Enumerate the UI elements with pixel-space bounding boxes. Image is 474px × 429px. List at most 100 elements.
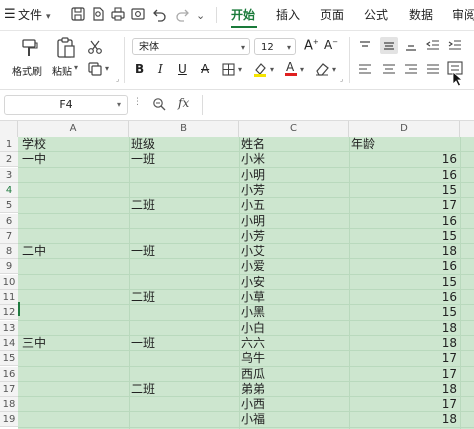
- name-box[interactable]: F4 ▾: [4, 95, 128, 115]
- cell-age[interactable]: 16: [351, 214, 457, 229]
- cell-age[interactable]: 17: [351, 367, 457, 382]
- cell-age[interactable]: 15: [351, 183, 457, 198]
- print-preview-icon[interactable]: [130, 6, 146, 22]
- cell-name[interactable]: 小西: [241, 397, 345, 412]
- fill-color-dropdown-icon[interactable]: ▾: [270, 65, 274, 74]
- cell-class[interactable]: 二班: [131, 290, 235, 305]
- cell-school[interactable]: [22, 214, 126, 229]
- tab-formula[interactable]: 公式: [364, 7, 388, 23]
- align-left-icon[interactable]: [358, 63, 372, 75]
- justify-icon[interactable]: [426, 63, 440, 75]
- cell-class[interactable]: 一班: [131, 336, 235, 351]
- cell-class[interactable]: [131, 412, 235, 427]
- tab-page[interactable]: 页面: [320, 7, 344, 23]
- row-header[interactable]: 19: [0, 412, 18, 428]
- increase-indent-icon[interactable]: [448, 39, 462, 52]
- cell-age[interactable]: 16: [351, 259, 457, 274]
- cell-school[interactable]: [22, 321, 126, 336]
- row-header[interactable]: 6: [0, 213, 18, 229]
- cell-school[interactable]: [22, 198, 126, 213]
- column-header-b[interactable]: B: [129, 121, 239, 137]
- cell-age[interactable]: 18: [351, 412, 457, 427]
- column-header-c[interactable]: C: [239, 121, 349, 137]
- cell-class[interactable]: 一班: [131, 152, 235, 167]
- cell-age[interactable]: 15: [351, 275, 457, 290]
- hamburger-menu-icon[interactable]: ☰: [4, 7, 16, 23]
- cell-age[interactable]: 16: [351, 168, 457, 183]
- font-color-icon[interactable]: A: [284, 60, 298, 77]
- cell-age[interactable]: 17: [351, 351, 457, 366]
- row-header[interactable]: 5: [0, 198, 18, 214]
- fill-color-icon[interactable]: [252, 61, 268, 77]
- column-header-e[interactable]: [460, 121, 474, 137]
- cell-school[interactable]: 二中: [22, 244, 126, 259]
- cell-name[interactable]: 小明: [241, 168, 345, 183]
- name-box-resize-icon[interactable]: ⋮: [133, 97, 142, 107]
- clear-format-icon[interactable]: [314, 61, 330, 76]
- cell-name[interactable]: 小芳: [241, 183, 345, 198]
- cell-name[interactable]: 小黑: [241, 305, 345, 320]
- select-all-corner[interactable]: [0, 121, 18, 137]
- zoom-search-icon[interactable]: [152, 97, 167, 112]
- formula-input[interactable]: [202, 95, 471, 115]
- cell-school[interactable]: [22, 397, 126, 412]
- paste-dropdown-icon[interactable]: ▾: [74, 63, 78, 72]
- cell-class[interactable]: [131, 275, 235, 290]
- cell-name[interactable]: 西瓜: [241, 367, 345, 382]
- cell-school[interactable]: [22, 168, 126, 183]
- row-header[interactable]: 10: [0, 274, 18, 290]
- cell-school[interactable]: [22, 367, 126, 382]
- cell-school[interactable]: 三中: [22, 336, 126, 351]
- export-pdf-icon[interactable]: [90, 6, 106, 22]
- row-header[interactable]: 7: [0, 228, 18, 244]
- paste-icon[interactable]: [55, 36, 77, 60]
- increase-font-size-icon[interactable]: A+: [304, 38, 319, 53]
- cell-class[interactable]: [131, 259, 235, 274]
- cell-class[interactable]: 二班: [131, 382, 235, 397]
- redo-icon[interactable]: [174, 6, 190, 22]
- row-header[interactable]: 11: [0, 290, 18, 305]
- align-bottom-icon[interactable]: [404, 40, 418, 52]
- cell-class[interactable]: [131, 321, 235, 336]
- row-header[interactable]: 3: [0, 167, 18, 183]
- cell-name[interactable]: 弟弟: [241, 382, 345, 397]
- cell-age[interactable]: 18: [351, 321, 457, 336]
- cell-school[interactable]: [22, 412, 126, 427]
- cell-name[interactable]: 小白: [241, 321, 345, 336]
- cell-school[interactable]: [22, 305, 126, 320]
- print-icon[interactable]: [110, 6, 126, 22]
- cell-age[interactable]: 17: [351, 198, 457, 213]
- cell-school[interactable]: [22, 382, 126, 397]
- tab-insert[interactable]: 插入: [276, 7, 300, 23]
- align-right-icon[interactable]: [404, 63, 418, 75]
- clear-format-dropdown-icon[interactable]: ▾: [332, 65, 336, 74]
- cell-class[interactable]: 一班: [131, 244, 235, 259]
- row-header[interactable]: 4: [0, 182, 18, 198]
- cell-class[interactable]: 二班: [131, 198, 235, 213]
- underline-icon[interactable]: U: [178, 62, 187, 76]
- font-size-dropdown-icon[interactable]: ▾: [287, 39, 291, 56]
- font-group-launcher-icon[interactable]: ⌟: [340, 75, 343, 83]
- cell-school[interactable]: [22, 290, 126, 305]
- row-header[interactable]: 1: [0, 137, 18, 152]
- font-name-dropdown-icon[interactable]: ▾: [241, 39, 245, 56]
- align-center-icon[interactable]: [382, 63, 396, 75]
- cell-name[interactable]: 小草: [241, 290, 345, 305]
- cell-class[interactable]: [131, 305, 235, 320]
- borders-dropdown-icon[interactable]: ▾: [238, 65, 242, 74]
- clipboard-group-launcher-icon[interactable]: ⌟: [116, 75, 119, 83]
- insert-function-icon[interactable]: fx: [178, 96, 189, 110]
- save-icon[interactable]: [70, 6, 86, 22]
- column-header-d[interactable]: D: [349, 121, 460, 137]
- undo-icon[interactable]: [152, 6, 168, 22]
- cell-class[interactable]: [131, 351, 235, 366]
- cell-class[interactable]: [131, 229, 235, 244]
- cell-school[interactable]: [22, 275, 126, 290]
- cell-class[interactable]: [131, 168, 235, 183]
- name-box-dropdown-icon[interactable]: ▾: [117, 96, 121, 114]
- row-header[interactable]: 18: [0, 397, 18, 413]
- tab-data[interactable]: 数据: [409, 7, 433, 23]
- copy-dropdown-icon[interactable]: ▾: [105, 64, 109, 73]
- align-top-icon[interactable]: [358, 40, 372, 52]
- cell-school[interactable]: [22, 229, 126, 244]
